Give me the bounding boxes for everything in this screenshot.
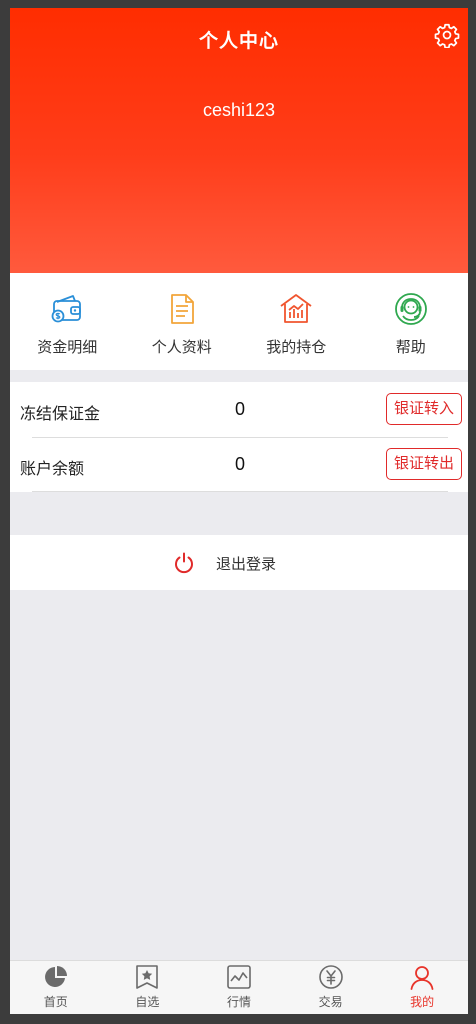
profile-header: 个人中心 ceshi123: [10, 8, 468, 273]
help-icon: [394, 293, 427, 325]
tab-label: 我的: [410, 995, 435, 1009]
account-balance-row: 账户余额 0 银证转出: [10, 437, 468, 492]
tab-home[interactable]: 首页: [10, 961, 102, 1014]
frozen-margin-row: 冻结保证金 0 银证转入: [10, 382, 468, 437]
frozen-margin-label: 冻结保证金: [20, 406, 101, 423]
wallet-icon: [51, 295, 82, 323]
app-frame: 个人中心 ceshi123 资金明细 个人资料 我的持仓 帮助 冻结保证金 0 …: [10, 8, 468, 1014]
tab-label: 首页: [43, 995, 68, 1009]
transfer-in-button[interactable]: 银证转入: [386, 393, 462, 425]
logout-button[interactable]: 退出登录: [10, 535, 468, 590]
transfer-out-button[interactable]: 银证转出: [386, 448, 462, 480]
pie-chart-icon: [44, 966, 67, 987]
tab-mine[interactable]: 我的: [376, 961, 468, 1014]
quick-item-fund-details[interactable]: 资金明细: [10, 273, 125, 370]
tab-label: 交易: [318, 995, 343, 1009]
quick-item-label: 我的持仓: [266, 339, 327, 356]
username: ceshi123: [202, 100, 276, 120]
divider: [32, 491, 448, 492]
gear-icon[interactable]: [434, 22, 460, 48]
star-bookmark-icon: [136, 965, 159, 989]
yen-icon: [318, 965, 343, 989]
frozen-margin-value: 0: [235, 399, 246, 419]
quick-menu: 资金明细 个人资料 我的持仓 帮助: [10, 273, 468, 370]
user-icon: [410, 966, 434, 990]
tab-trade[interactable]: 交易: [285, 961, 377, 1014]
quick-item-help[interactable]: 帮助: [354, 273, 469, 370]
tab-label: 自选: [135, 995, 160, 1009]
tab-watchlist[interactable]: 自选: [102, 961, 194, 1014]
account-balance-value: 0: [235, 454, 246, 474]
quick-item-profile[interactable]: 个人资料: [125, 273, 240, 370]
line-chart-icon: [227, 965, 251, 989]
tab-label: 行情: [226, 995, 251, 1009]
document-icon: [170, 294, 194, 324]
holdings-icon: [280, 294, 312, 323]
tab-market[interactable]: 行情: [193, 961, 285, 1014]
page-title: 个人中心: [198, 31, 279, 52]
quick-item-label: 帮助: [395, 339, 426, 356]
account-balance-label: 账户余额: [20, 461, 85, 478]
quick-item-label: 个人资料: [151, 339, 212, 356]
power-icon: [175, 552, 193, 574]
logout-label: 退出登录: [216, 556, 277, 573]
tab-bar: 首页 自选 行情 交易 我的: [10, 960, 468, 1014]
quick-item-holdings[interactable]: 我的持仓: [239, 273, 354, 370]
balance-card: 冻结保证金 0 银证转入 账户余额 0 银证转出: [10, 382, 468, 492]
quick-item-label: 资金明细: [37, 339, 98, 356]
